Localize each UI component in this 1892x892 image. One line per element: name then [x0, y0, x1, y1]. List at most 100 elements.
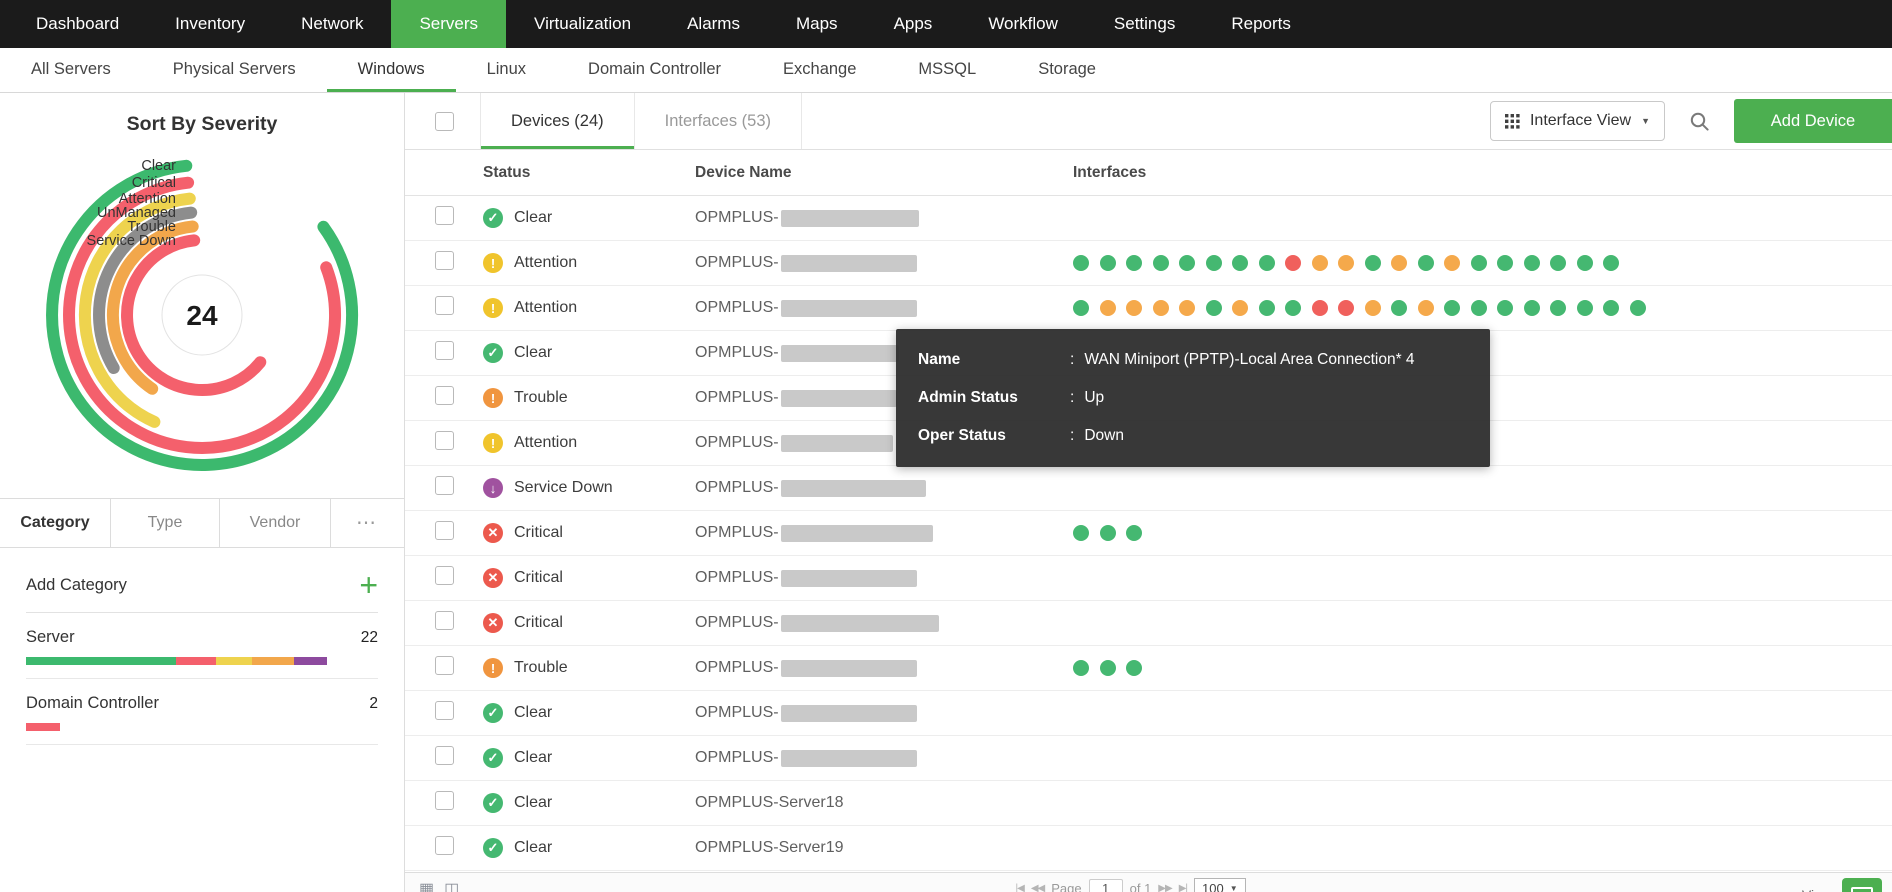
prev-page-icon[interactable]: ◀◀ [1031, 883, 1044, 892]
interface-status-dot[interactable] [1418, 300, 1434, 316]
row-checkbox[interactable] [435, 656, 454, 675]
device-name[interactable]: OPMPLUS- [695, 659, 1073, 677]
interface-status-dot[interactable] [1285, 255, 1301, 271]
interface-status-dot[interactable] [1153, 255, 1169, 271]
interface-status-dot[interactable] [1338, 300, 1354, 316]
interface-status-dot[interactable] [1206, 255, 1222, 271]
topnav-item-dashboard[interactable]: Dashboard [8, 0, 147, 48]
interface-status-dot[interactable] [1312, 300, 1328, 316]
subnav-item-linux[interactable]: Linux [456, 48, 557, 92]
subnav-item-windows[interactable]: Windows [327, 48, 456, 92]
interface-status-dot[interactable] [1603, 255, 1619, 271]
interface-status-dot[interactable] [1444, 300, 1460, 316]
tab-interfaces[interactable]: Interfaces (53) [635, 93, 802, 149]
page-input[interactable] [1089, 879, 1123, 892]
subnav-item-physical-servers[interactable]: Physical Servers [142, 48, 327, 92]
device-name[interactable]: OPMPLUS- [695, 254, 1073, 272]
topnav-item-maps[interactable]: Maps [768, 0, 866, 48]
interface-status-dot[interactable] [1100, 300, 1116, 316]
interface-status-dot[interactable] [1073, 300, 1089, 316]
sidebar-tabs-more[interactable]: ⋯ [331, 499, 404, 547]
topnav-item-apps[interactable]: Apps [866, 0, 961, 48]
category-row-domain-controller[interactable]: Domain Controller2 [26, 679, 378, 745]
topnav-item-alarms[interactable]: Alarms [659, 0, 768, 48]
interface-status-dot[interactable] [1630, 300, 1646, 316]
device-name[interactable]: OPMPLUS- [695, 524, 1073, 542]
row-checkbox[interactable] [435, 566, 454, 585]
last-page-icon[interactable]: ▶| [1179, 883, 1187, 892]
interface-status-dot[interactable] [1471, 300, 1487, 316]
device-name[interactable]: OPMPLUS-Server19 [695, 839, 1073, 857]
interface-status-dot[interactable] [1444, 255, 1460, 271]
device-name[interactable]: OPMPLUS- [695, 704, 1073, 722]
interface-status-dot[interactable] [1471, 255, 1487, 271]
interface-status-dot[interactable] [1312, 255, 1328, 271]
category-row-server[interactable]: Server22 [26, 613, 378, 679]
device-name[interactable]: OPMPLUS-Server18 [695, 794, 1073, 812]
row-checkbox[interactable] [435, 296, 454, 315]
row-checkbox[interactable] [435, 251, 454, 270]
interface-status-dot[interactable] [1100, 255, 1116, 271]
row-checkbox[interactable] [435, 431, 454, 450]
interface-status-dot[interactable] [1126, 660, 1142, 676]
topnav-item-settings[interactable]: Settings [1086, 0, 1203, 48]
row-checkbox[interactable] [435, 701, 454, 720]
interface-status-dot[interactable] [1285, 300, 1301, 316]
row-checkbox[interactable] [435, 476, 454, 495]
row-checkbox[interactable] [435, 386, 454, 405]
add-category-plus-icon[interactable]: + [359, 574, 378, 596]
interface-status-dot[interactable] [1524, 300, 1540, 316]
sidebar-tab-vendor[interactable]: Vendor [220, 499, 331, 547]
interface-status-dot[interactable] [1100, 525, 1116, 541]
device-name[interactable]: OPMPLUS- [695, 299, 1073, 317]
interface-status-dot[interactable] [1126, 300, 1142, 316]
interface-status-dot[interactable] [1577, 255, 1593, 271]
interface-status-dot[interactable] [1073, 525, 1089, 541]
interface-status-dot[interactable] [1206, 300, 1222, 316]
interface-status-dot[interactable] [1179, 255, 1195, 271]
device-name[interactable]: OPMPLUS- [695, 569, 1073, 587]
interface-status-dot[interactable] [1603, 300, 1619, 316]
subnav-item-exchange[interactable]: Exchange [752, 48, 887, 92]
topnav-item-network[interactable]: Network [273, 0, 391, 48]
subnav-item-all-servers[interactable]: All Servers [0, 48, 142, 92]
interface-status-dot[interactable] [1550, 300, 1566, 316]
sidebar-tab-category[interactable]: Category [0, 499, 111, 547]
interface-status-dot[interactable] [1391, 255, 1407, 271]
interface-status-dot[interactable] [1259, 255, 1275, 271]
interface-status-dot[interactable] [1391, 300, 1407, 316]
next-page-icon[interactable]: ▶▶ [1158, 883, 1171, 892]
subnav-item-storage[interactable]: Storage [1007, 48, 1127, 92]
interface-status-dot[interactable] [1497, 300, 1513, 316]
search-icon[interactable] [1689, 111, 1710, 132]
tab-devices[interactable]: Devices (24) [480, 93, 635, 149]
interface-status-dot[interactable] [1259, 300, 1275, 316]
row-checkbox[interactable] [435, 746, 454, 765]
interface-status-dot[interactable] [1365, 255, 1381, 271]
interface-status-dot[interactable] [1577, 300, 1593, 316]
interface-status-dot[interactable] [1232, 300, 1248, 316]
subnav-item-domain-controller[interactable]: Domain Controller [557, 48, 752, 92]
row-checkbox[interactable] [435, 611, 454, 630]
row-checkbox[interactable] [435, 791, 454, 810]
row-checkbox[interactable] [435, 341, 454, 360]
device-name[interactable]: OPMPLUS- [695, 209, 1073, 227]
interface-status-dot[interactable] [1418, 255, 1434, 271]
interface-status-dot[interactable] [1550, 255, 1566, 271]
interface-status-dot[interactable] [1179, 300, 1195, 316]
topnav-item-virtualization[interactable]: Virtualization [506, 0, 659, 48]
device-name[interactable]: OPMPLUS- [695, 614, 1073, 632]
topnav-item-inventory[interactable]: Inventory [147, 0, 273, 48]
select-all-checkbox[interactable] [435, 112, 454, 131]
subnav-item-mssql[interactable]: MSSQL [887, 48, 1007, 92]
sidebar-tab-type[interactable]: Type [111, 499, 220, 547]
interface-view-dropdown[interactable]: Interface View ▼ [1490, 101, 1665, 141]
interface-status-dot[interactable] [1126, 255, 1142, 271]
interface-status-dot[interactable] [1365, 300, 1381, 316]
page-size-select[interactable]: 100 ▼ [1194, 878, 1246, 892]
interface-status-dot[interactable] [1524, 255, 1540, 271]
card-view-icon[interactable]: ◫ [444, 879, 459, 892]
interface-status-dot[interactable] [1338, 255, 1354, 271]
interface-status-dot[interactable] [1073, 660, 1089, 676]
interface-status-dot[interactable] [1073, 255, 1089, 271]
